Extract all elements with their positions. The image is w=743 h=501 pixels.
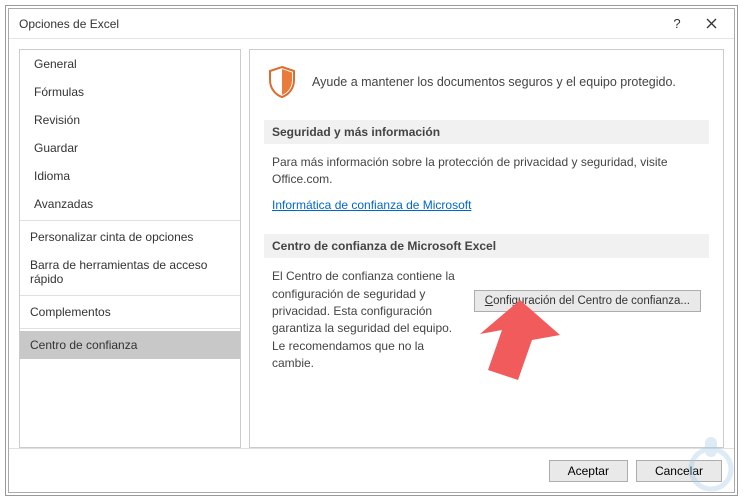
sidebar-item-trustcenter[interactable]: Centro de confianza <box>20 331 240 359</box>
section-trustcenter-body: El Centro de confianza contiene la confi… <box>272 268 464 372</box>
dialog-footer: Aceptar Cancelar <box>9 448 734 492</box>
section-security-head: Seguridad y más información <box>264 120 709 144</box>
sidebar-item-advanced[interactable]: Avanzadas <box>20 190 240 218</box>
cancel-button[interactable]: Cancelar <box>636 460 722 482</box>
hero-text: Ayude a mantener los documentos seguros … <box>312 75 676 89</box>
sidebar-item-ribbon[interactable]: Personalizar cinta de opciones <box>20 223 240 251</box>
ok-button[interactable]: Aceptar <box>549 460 628 482</box>
sidebar-item-quickaccess[interactable]: Barra de herramientas de acceso rápido <box>20 251 240 293</box>
trust-link[interactable]: Informática de confianza de Microsoft <box>272 197 471 214</box>
sidebar-item-save[interactable]: Guardar <box>20 134 240 162</box>
section-security-body: Para más información sobre la protección… <box>272 154 701 189</box>
shield-icon <box>264 64 300 100</box>
category-sidebar: General Fórmulas Revisión Guardar Idioma… <box>19 49 241 448</box>
help-button[interactable]: ? <box>660 10 694 38</box>
sidebar-item-formulas[interactable]: Fórmulas <box>20 78 240 106</box>
trust-center-settings-button[interactable]: Configuración del Centro de confianza... <box>474 290 701 312</box>
sidebar-item-general[interactable]: General <box>20 50 240 78</box>
titlebar: Opciones de Excel ? <box>9 9 734 39</box>
window-title: Opciones de Excel <box>19 17 660 31</box>
section-trustcenter-head: Centro de confianza de Microsoft Excel <box>264 234 709 258</box>
options-dialog: Opciones de Excel ? General Fórmulas Rev… <box>8 8 735 493</box>
close-icon <box>706 18 717 29</box>
sidebar-item-language[interactable]: Idioma <box>20 162 240 190</box>
sidebar-item-addins[interactable]: Complementos <box>20 298 240 326</box>
close-button[interactable] <box>694 10 728 38</box>
content-pane: Ayude a mantener los documentos seguros … <box>249 49 724 448</box>
sidebar-item-review[interactable]: Revisión <box>20 106 240 134</box>
